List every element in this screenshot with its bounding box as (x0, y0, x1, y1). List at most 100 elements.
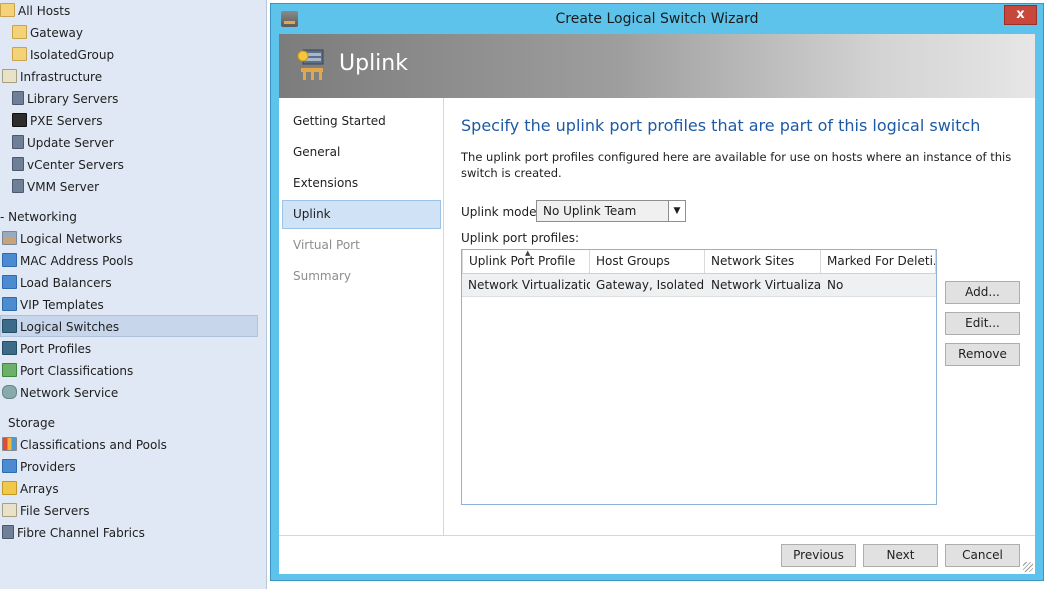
tree-item-label: PXE Servers (30, 114, 103, 128)
tree-item-gateway[interactable]: Gateway (12, 22, 83, 44)
uplink-profiles-label: Uplink port profiles: (461, 231, 580, 245)
switch-wizard-icon (297, 49, 324, 80)
mac-pool-icon (2, 253, 17, 267)
add-button[interactable]: Add... (945, 281, 1020, 304)
step-uplink[interactable]: Uplink (282, 200, 441, 229)
wizard-client-area: Uplink Getting Started General Extension… (279, 34, 1035, 574)
column-header-marked-for-deletion[interactable]: Marked For Deleti... (821, 250, 936, 273)
cell-network-sites: Network Virtualiza... (711, 278, 821, 292)
previous-button[interactable]: Previous (781, 544, 856, 567)
tree-item-vcenter-servers[interactable]: vCenter Servers (12, 154, 124, 176)
tree-item-logical-switches[interactable]: Logical Switches (0, 315, 258, 337)
tree-item-network-service[interactable]: Network Service (2, 382, 118, 404)
close-button[interactable]: x (1004, 5, 1037, 25)
uplink-mode-dropdown[interactable]: No Uplink Team ▼ (536, 200, 686, 222)
tree-item-label: All Hosts (18, 4, 71, 18)
tree-item-label: Storage (8, 416, 55, 430)
folder-icon (12, 47, 27, 61)
tree-item-label: VIP Templates (20, 298, 104, 312)
column-header-uplink-port-profile[interactable]: ▲ Uplink Port Profile (462, 250, 590, 273)
tree-item-storage[interactable]: Storage (8, 412, 55, 434)
tree-item-label: VMM Server (27, 180, 100, 194)
tree-item-label: Port Classifications (20, 364, 134, 378)
server-icon (12, 179, 24, 193)
tree-item-label: Logical Switches (20, 320, 120, 334)
logical-networks-icon (2, 231, 17, 245)
tree-item-load-balancers[interactable]: Load Balancers (2, 272, 112, 294)
step-virtual-port: Virtual Port (293, 238, 360, 252)
tree-item-logical-networks[interactable]: Logical Networks (2, 228, 122, 250)
tree-item-classifications-and-pools[interactable]: Classifications and Pools (2, 434, 167, 456)
network-service-icon (2, 385, 17, 399)
resize-grip-icon[interactable] (1023, 562, 1033, 572)
edit-button[interactable]: Edit... (945, 312, 1020, 335)
load-balancer-icon (2, 275, 17, 289)
tree-item-port-classifications[interactable]: Port Classifications (2, 360, 133, 382)
cell-uplink-port-profile: Network Virtualization (468, 278, 590, 292)
dropdown-arrow-icon[interactable]: ▼ (668, 201, 685, 221)
wizard-footer: Previous Next Cancel (279, 535, 1035, 574)
create-logical-switch-wizard: Create Logical Switch Wizard x Uplink Ge… (270, 3, 1044, 581)
tree-item-vmm-server[interactable]: VMM Server (12, 176, 99, 198)
tree-item-networking[interactable]: - Networking (0, 206, 77, 228)
infrastructure-icon (2, 69, 17, 83)
tree-item-label: Logical Networks (20, 232, 123, 246)
remove-button[interactable]: Remove (945, 343, 1020, 366)
tree-item-mac-address-pools[interactable]: MAC Address Pools (2, 250, 133, 272)
step-general[interactable]: General (282, 138, 441, 167)
step-summary: Summary (293, 269, 351, 283)
uplink-profiles-grid[interactable]: ▲ Uplink Port Profile Host Groups Networ… (461, 249, 937, 505)
tree-item-label: Load Balancers (20, 276, 112, 290)
tree-item-infrastructure[interactable]: Infrastructure (2, 66, 102, 88)
folder-icon (0, 3, 15, 17)
fibre-channel-icon (2, 525, 14, 539)
tree-item-label: Providers (20, 460, 76, 474)
tree-item-all-hosts[interactable]: All Hosts (0, 0, 70, 22)
providers-icon (2, 459, 17, 473)
tree-item-label: Library Servers (27, 92, 119, 106)
page-title: Uplink (339, 51, 408, 76)
tree-item-file-servers[interactable]: File Servers (2, 500, 90, 522)
wizard-page: Specify the uplink port profiles that ar… (445, 98, 1035, 535)
wizard-header: Uplink (279, 34, 1035, 98)
tree-item-label: Arrays (20, 482, 59, 496)
uplink-mode-label: Uplink mode: (461, 205, 541, 219)
tree-item-label: Fibre Channel Fabrics (17, 526, 145, 540)
tree-item-port-profiles[interactable]: Port Profiles (2, 338, 91, 360)
tree-item-providers[interactable]: Providers (2, 456, 76, 478)
sort-ascending-icon: ▲ (525, 250, 531, 257)
tree-item-library-servers[interactable]: Library Servers (12, 88, 118, 110)
cancel-button[interactable]: Cancel (945, 544, 1020, 567)
classifications-icon (2, 437, 17, 451)
vip-template-icon (2, 297, 17, 311)
wizard-steps: Getting Started General Extensions Uplin… (279, 98, 444, 535)
page-description: The uplink port profiles configured here… (461, 150, 1012, 180)
tree-item-label: File Servers (20, 504, 90, 518)
cell-host-groups: Gateway, Isolated... (596, 278, 705, 292)
server-icon (12, 91, 24, 105)
port-profile-icon (2, 341, 17, 355)
step-extensions[interactable]: Extensions (282, 169, 441, 198)
column-header-network-sites[interactable]: Network Sites (705, 250, 821, 273)
title-bar[interactable]: Create Logical Switch Wizard x (271, 4, 1043, 34)
step-getting-started[interactable]: Getting Started (282, 107, 441, 136)
file-server-icon (2, 503, 17, 517)
tree-item-fibre-channel-fabrics[interactable]: Fibre Channel Fabrics (2, 522, 145, 544)
server-icon (12, 157, 24, 171)
tree-item-update-server[interactable]: Update Server (12, 132, 114, 154)
tree-item-label: Port Profiles (20, 342, 92, 356)
tree-item-arrays[interactable]: Arrays (2, 478, 59, 500)
port-classification-icon (2, 363, 17, 377)
uplink-mode-value: No Uplink Team (543, 204, 637, 218)
table-row[interactable]: Network Virtualization Gateway, Isolated… (462, 274, 936, 297)
tree-item-pxe-servers[interactable]: PXE Servers (12, 110, 102, 132)
tree-item-label: Network Service (20, 386, 119, 400)
tree-item-label: MAC Address Pools (20, 254, 134, 268)
tree-item-label: Classifications and Pools (20, 438, 167, 452)
column-header-host-groups[interactable]: Host Groups (590, 250, 705, 273)
column-label: Uplink Port Profile (469, 254, 576, 268)
tree-item-isolatedgroup[interactable]: IsolatedGroup (12, 44, 114, 66)
tree-item-vip-templates[interactable]: VIP Templates (2, 294, 104, 316)
next-button[interactable]: Next (863, 544, 938, 567)
arrays-icon (2, 481, 17, 495)
